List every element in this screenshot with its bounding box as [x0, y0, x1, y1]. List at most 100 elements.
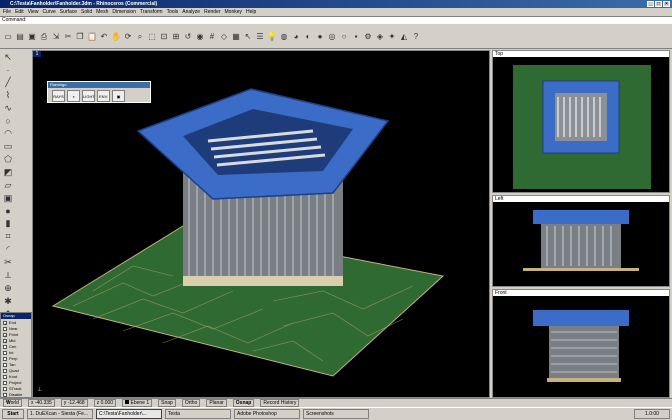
minimize-button[interactable]: _	[647, 1, 654, 7]
start-button[interactable]: Start	[2, 409, 24, 419]
render-preview-icon[interactable]: ●	[315, 32, 325, 42]
circle-icon[interactable]: ○	[2, 116, 14, 126]
menu-dimension[interactable]: Dimension	[112, 8, 136, 16]
color-wheel-icon[interactable]: ◕	[291, 32, 301, 42]
ortho-toggle[interactable]: Ortho	[181, 399, 201, 407]
select-arrow-icon[interactable]: ↖	[2, 52, 14, 63]
osnap-checkbox[interactable]	[3, 363, 7, 367]
osnap-checkbox[interactable]	[3, 345, 7, 349]
paste-icon[interactable]: 📋	[87, 32, 97, 42]
split-icon[interactable]: ⟂	[2, 270, 14, 281]
task-screenshots[interactable]: Screenshots	[303, 409, 369, 419]
rectangle-icon[interactable]: ▭	[2, 141, 14, 152]
ray-trace-icon[interactable]: ✦	[387, 32, 397, 42]
box-icon[interactable]: ▣	[2, 193, 14, 204]
rotate-view-icon[interactable]: ⟳	[123, 32, 133, 42]
osnap-toggle[interactable]: Osnap	[232, 399, 255, 407]
curve-icon[interactable]: ∿	[2, 103, 14, 114]
menu-analyze[interactable]: Analyze	[182, 8, 200, 16]
menu-transform[interactable]: Transform	[140, 8, 163, 16]
front-viewport[interactable]: Front	[492, 289, 670, 398]
osnap-checkbox[interactable]: ✓	[3, 333, 7, 338]
task-photoshop[interactable]: Adobe Photoshop	[234, 409, 300, 419]
menu-solid[interactable]: Solid	[81, 8, 92, 16]
planar-toggle[interactable]: Planar	[206, 399, 227, 407]
zoom-selected-icon[interactable]: ⊞	[171, 32, 181, 42]
help-icon[interactable]: ?	[411, 32, 421, 42]
snap-toggle[interactable]: Snap	[158, 399, 176, 407]
record-history-toggle[interactable]: Record History	[260, 399, 300, 407]
fillet-icon[interactable]: ◜	[2, 244, 14, 255]
pan-hand-icon[interactable]: ✋	[111, 32, 121, 42]
point-icon[interactable]: ·	[2, 65, 14, 75]
environment-icon[interactable]: ◭	[399, 32, 409, 42]
options-icon[interactable]: ⚙	[363, 32, 373, 42]
task-testa[interactable]: Testa	[165, 409, 231, 419]
surface-icon[interactable]: ◩	[2, 167, 14, 178]
flamingo-icon[interactable]: ◈	[375, 32, 385, 42]
osnap-checkbox[interactable]	[3, 387, 7, 391]
open-folder-icon[interactable]: ▤	[15, 32, 25, 42]
light-set-button[interactable]: LIGHT SET	[82, 90, 95, 111]
close-button[interactable]: ×	[663, 1, 670, 7]
explode-icon[interactable]: ✱	[2, 296, 14, 307]
menu-tools[interactable]: Tools	[167, 8, 179, 16]
cylinder-icon[interactable]: ▮	[2, 218, 14, 229]
cplane-icon[interactable]: ◇	[219, 32, 229, 42]
zoom-window-icon[interactable]: ⬚	[147, 32, 157, 42]
line-icon[interactable]: ╱	[2, 77, 14, 88]
task-rhino[interactable]: C:\Testa\Fanholder\...	[96, 409, 162, 419]
osnap-checkbox[interactable]: ✓	[3, 321, 7, 326]
print-icon[interactable]: ⎙	[39, 32, 49, 42]
osnap-checkbox[interactable]	[3, 351, 7, 355]
osnap-checkbox[interactable]	[3, 369, 7, 373]
menu-file[interactable]: File	[3, 8, 11, 16]
join-icon[interactable]: ⊕	[2, 283, 14, 294]
save-icon[interactable]: ▣	[27, 32, 37, 42]
new-file-icon[interactable]: ▭	[3, 32, 13, 42]
task-dexcam[interactable]: 1. DuEXcan - Siesta (Fe...	[27, 409, 93, 419]
menu-help[interactable]: Help	[246, 8, 256, 16]
left-viewport[interactable]: Left	[492, 195, 670, 287]
import-icon[interactable]: ⇲	[51, 32, 61, 42]
camera-icon[interactable]: ◉	[195, 32, 205, 42]
osnap-checkbox[interactable]	[3, 327, 7, 331]
sphere-solid-icon[interactable]: ●	[2, 206, 14, 216]
environment-run-button[interactable]: ENV. RUN	[97, 90, 110, 111]
zoom-extents-icon[interactable]: ⊡	[159, 32, 169, 42]
undo-view-icon[interactable]: ↺	[183, 32, 193, 42]
rays-render-button[interactable]: RAYS RENDER	[52, 90, 70, 111]
menu-curve[interactable]: Curve	[42, 8, 55, 16]
menu-render[interactable]: Render	[204, 8, 220, 16]
render-window-button[interactable]: ▣	[112, 90, 125, 102]
light-bulb-icon[interactable]: 💡	[267, 32, 277, 42]
cut-icon[interactable]: ✂	[63, 32, 73, 42]
command-line[interactable]: Command:	[0, 16, 672, 24]
sun-button[interactable]: ◑	[67, 90, 80, 102]
toolbox-icon[interactable]: ▪	[351, 32, 361, 42]
layer-icon[interactable]: ▦	[231, 32, 241, 42]
undo-icon[interactable]: ↶	[99, 32, 109, 42]
maximize-button[interactable]: □	[655, 1, 662, 7]
menu-mesh[interactable]: Mesh	[96, 8, 108, 16]
menu-monkey[interactable]: Monkey	[225, 8, 243, 16]
menu-view[interactable]: View	[28, 8, 39, 16]
copy-icon[interactable]: ❐	[75, 32, 85, 42]
mesh-icon[interactable]: ⌗	[2, 231, 14, 242]
zoom-icon[interactable]: ⌕	[135, 32, 145, 42]
trim-icon[interactable]: ✂	[2, 257, 14, 268]
sphere-icon[interactable]: ○	[339, 32, 349, 42]
osnap-checkbox[interactable]	[3, 357, 7, 361]
cplane-status[interactable]: World	[3, 399, 22, 407]
osnap-checkbox[interactable]	[3, 375, 7, 379]
osnap-checkbox[interactable]	[3, 393, 7, 397]
shade-icon[interactable]: ◐	[303, 32, 313, 42]
menu-surface[interactable]: Surface	[60, 8, 77, 16]
polygon-icon[interactable]: ⬠	[2, 154, 14, 165]
material-icon[interactable]: ◍	[279, 32, 289, 42]
render-icon[interactable]: ◎	[327, 32, 337, 42]
layer-status[interactable]: Ebene 1	[122, 399, 153, 407]
top-viewport[interactable]: Top	[492, 50, 670, 193]
osnap-checkbox[interactable]: ✓	[3, 339, 7, 344]
polyline-icon[interactable]: ⌇	[2, 90, 14, 101]
